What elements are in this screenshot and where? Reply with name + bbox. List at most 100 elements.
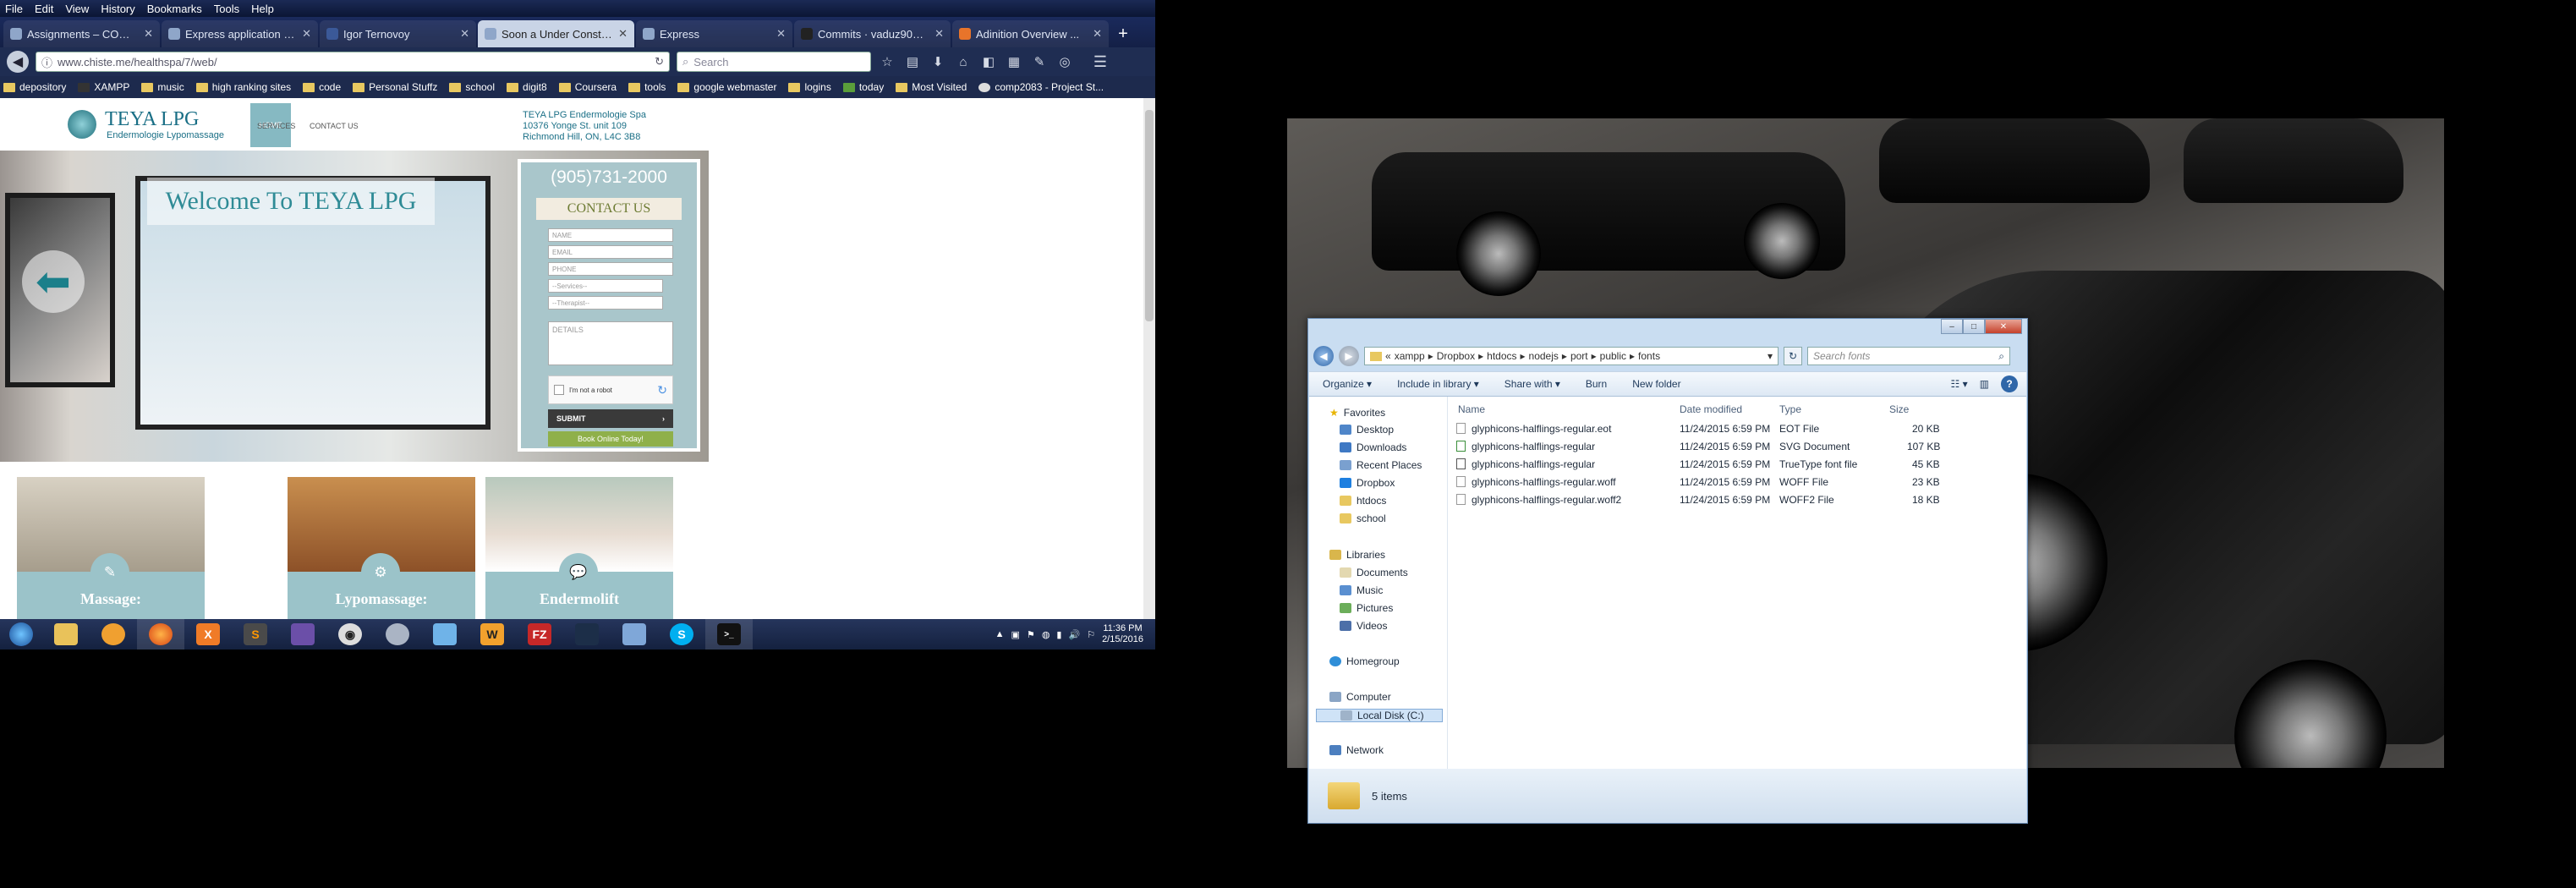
- firefox-taskbar-icon[interactable]: [137, 619, 184, 650]
- services-select[interactable]: --Services--: [548, 279, 663, 293]
- close-tab-icon[interactable]: ✕: [1093, 27, 1102, 41]
- document-taskbar-icon[interactable]: [611, 619, 658, 650]
- file-row[interactable]: glyphicons-halflings-regular.eot 11/24/2…: [1453, 420, 1940, 437]
- search-box[interactable]: Search fonts ⌕: [1807, 347, 2010, 365]
- captcha-checkbox[interactable]: [554, 385, 564, 395]
- breadcrumb-item[interactable]: «: [1385, 350, 1391, 362]
- chevron-right-icon[interactable]: ▸: [1592, 350, 1597, 362]
- address-bar[interactable]: « xampp ▸ Dropbox ▸ htdocs ▸ nodejs ▸ port ▸ …: [1364, 347, 1779, 365]
- bookmark-link[interactable]: today: [842, 81, 884, 93]
- bookmark-folder[interactable]: music: [141, 81, 184, 93]
- close-tab-icon[interactable]: ✕: [934, 27, 944, 41]
- chevron-down-icon[interactable]: ▾: [1768, 350, 1773, 362]
- explorer-taskbar-icon[interactable]: [42, 619, 90, 650]
- column-header-modified[interactable]: Date modified: [1680, 403, 1742, 415]
- bookmark-folder[interactable]: Coursera: [558, 81, 617, 93]
- column-header-type[interactable]: Type: [1779, 403, 1801, 415]
- nav-libraries[interactable]: Libraries: [1329, 549, 1385, 561]
- url-bar[interactable]: ⓘ www.chiste.me/healthspa/7/web/ ↻: [36, 52, 670, 72]
- name-field[interactable]: NAME: [548, 228, 673, 242]
- slider-prev-arrow-icon[interactable]: ⬅: [22, 250, 85, 313]
- chevron-right-icon[interactable]: ▸: [1478, 350, 1483, 362]
- close-button[interactable]: ✕: [1985, 319, 2022, 334]
- tray-app-icon[interactable]: ▣: [1011, 629, 1020, 640]
- notepad-taskbar-icon[interactable]: [421, 619, 469, 650]
- nav-services[interactable]: SERVICES: [257, 122, 295, 130]
- breadcrumb-item[interactable]: nodejs: [1529, 350, 1559, 362]
- skype-taskbar-icon[interactable]: S: [658, 619, 705, 650]
- help-icon[interactable]: ?: [2001, 375, 2018, 392]
- extension-icon[interactable]: ◧: [979, 52, 998, 71]
- extension-icon[interactable]: ▦: [1005, 52, 1023, 71]
- browser-tab[interactable]: Commits · vaduz901/... ✕: [794, 20, 951, 47]
- app-taskbar-icon[interactable]: [563, 619, 611, 650]
- phone-field[interactable]: PHONE: [548, 262, 673, 276]
- menu-view[interactable]: View: [65, 3, 89, 15]
- site-identity-icon[interactable]: ⓘ: [41, 54, 52, 70]
- include-in-library-menu[interactable]: Include in library ▾: [1397, 378, 1479, 390]
- nav-contact[interactable]: CONTACT US: [310, 122, 359, 130]
- service-card-massage[interactable]: ✎ Massage:: [17, 477, 205, 619]
- media-player-taskbar-icon[interactable]: [90, 619, 137, 650]
- email-field[interactable]: EMAIL: [548, 245, 673, 259]
- browser-tab[interactable]: Assignments – COMP... ✕: [3, 20, 160, 47]
- app-taskbar-icon[interactable]: [374, 619, 421, 650]
- preview-pane-icon[interactable]: ▥: [1980, 378, 1989, 390]
- burn-button[interactable]: Burn: [1586, 378, 1607, 390]
- network-signal-icon[interactable]: ▮: [1056, 629, 1061, 640]
- chevron-right-icon[interactable]: ▸: [1521, 350, 1526, 362]
- bookmarks-menu-icon[interactable]: ▤: [903, 52, 922, 71]
- bookmark-folder[interactable]: Personal Stuffz: [353, 81, 437, 93]
- back-button[interactable]: ◀: [1313, 346, 1334, 366]
- nav-desktop[interactable]: Desktop: [1340, 424, 1394, 436]
- nav-dropbox[interactable]: Dropbox: [1340, 477, 1395, 489]
- maximize-button[interactable]: □: [1963, 319, 1985, 334]
- page-scrollbar[interactable]: [1143, 98, 1155, 619]
- recaptcha-widget[interactable]: I'm not a robot ↻: [548, 375, 673, 404]
- change-view-icon[interactable]: ☷ ▾: [1951, 378, 1968, 390]
- close-tab-icon[interactable]: ✕: [618, 27, 628, 41]
- browser-tab[interactable]: Adinition Overview ... ✕: [952, 20, 1109, 47]
- bookmark-folder[interactable]: code: [303, 81, 341, 93]
- file-row[interactable]: glyphicons-halflings-regular 11/24/2015 …: [1453, 438, 1940, 455]
- nav-videos[interactable]: Videos: [1340, 620, 1387, 632]
- bookmark-link[interactable]: XAMPP: [78, 81, 129, 93]
- close-tab-icon[interactable]: ✕: [302, 27, 311, 41]
- browser-tab[interactable]: Igor Ternovoy ✕: [320, 20, 476, 47]
- nav-recent-places[interactable]: Recent Places: [1340, 459, 1422, 471]
- window-caption[interactable]: – □ ✕: [1308, 319, 2027, 341]
- hamburger-menu-icon[interactable]: ☰: [1091, 52, 1110, 71]
- bookmark-folder[interactable]: depository: [3, 81, 66, 93]
- xampp-taskbar-icon[interactable]: X: [184, 619, 232, 650]
- menu-help[interactable]: Help: [251, 3, 274, 15]
- nav-school[interactable]: school: [1340, 513, 1386, 524]
- bookmark-folder[interactable]: google webmaster: [677, 81, 776, 93]
- language-flag-icon[interactable]: ⚐: [1087, 629, 1095, 640]
- chevron-right-icon[interactable]: ▸: [1428, 350, 1433, 362]
- close-tab-icon[interactable]: ✕: [460, 27, 469, 41]
- breadcrumb-item[interactable]: port: [1570, 350, 1588, 362]
- organize-menu[interactable]: Organize ▾: [1323, 378, 1372, 390]
- chevron-right-icon[interactable]: ▸: [1630, 350, 1635, 362]
- action-center-flag-icon[interactable]: ⚑: [1027, 629, 1035, 640]
- logo-title[interactable]: TEYA LPG: [105, 108, 199, 131]
- breadcrumb-item[interactable]: htdocs: [1487, 350, 1516, 362]
- nav-homegroup[interactable]: Homegroup: [1329, 655, 1400, 667]
- nav-documents[interactable]: Documents: [1340, 567, 1408, 578]
- column-header-name[interactable]: Name: [1458, 403, 1485, 415]
- menu-bookmarks[interactable]: Bookmarks: [147, 3, 202, 15]
- reload-icon[interactable]: ↻: [655, 55, 664, 69]
- column-header-size[interactable]: Size: [1889, 403, 1909, 415]
- menu-edit[interactable]: Edit: [35, 3, 53, 15]
- tray-app-icon[interactable]: ◍: [1042, 629, 1050, 640]
- sublime-taskbar-icon[interactable]: S: [232, 619, 279, 650]
- terminal-taskbar-icon[interactable]: >_: [705, 619, 753, 650]
- menu-history[interactable]: History: [101, 3, 134, 15]
- forward-button[interactable]: ▶: [1339, 346, 1359, 366]
- new-folder-button[interactable]: New folder: [1632, 378, 1680, 390]
- nav-computer[interactable]: Computer: [1329, 691, 1391, 703]
- bookmark-link[interactable]: comp2083 - Project St...: [978, 81, 1104, 93]
- share-with-menu[interactable]: Share with ▾: [1504, 378, 1560, 390]
- chevron-right-icon[interactable]: ▸: [1562, 350, 1567, 362]
- breadcrumb-item[interactable]: Dropbox: [1437, 350, 1475, 362]
